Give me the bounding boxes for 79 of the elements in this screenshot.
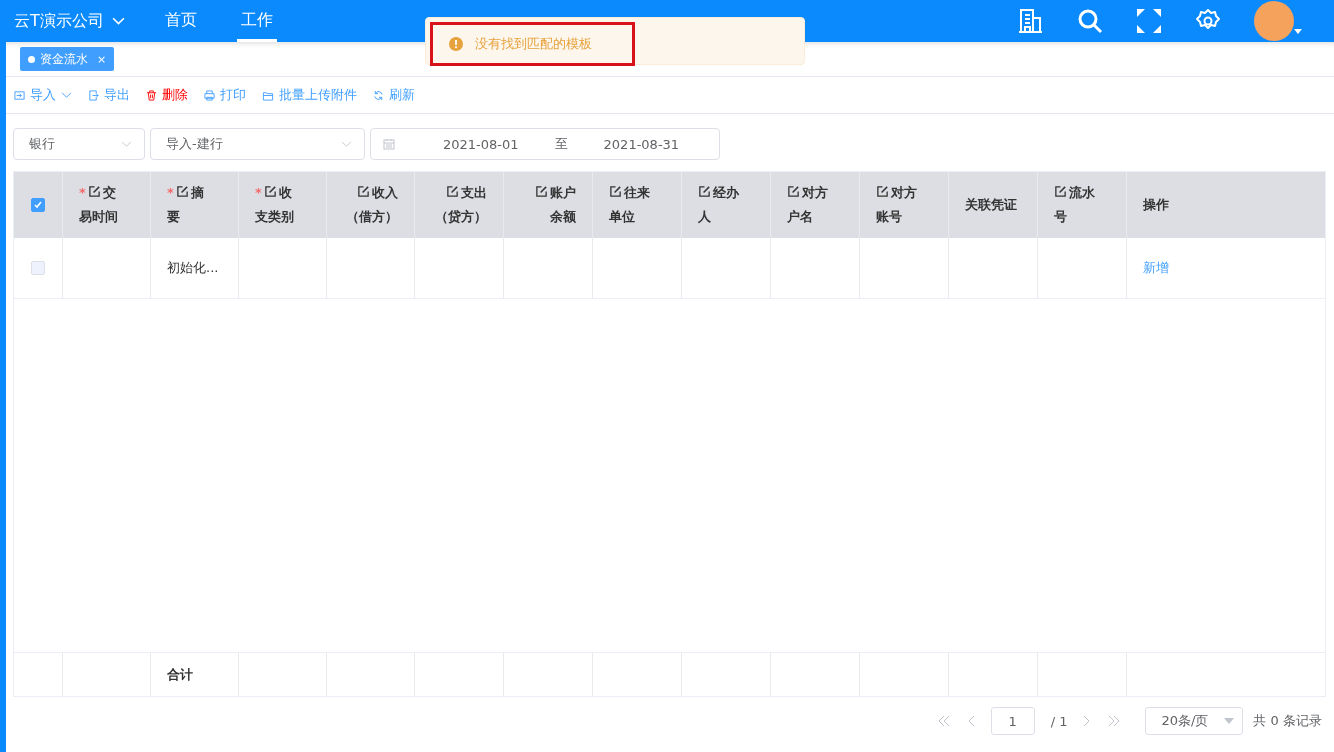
dot-icon	[28, 55, 35, 63]
required-asterisk: *	[167, 185, 174, 200]
warning-icon	[449, 37, 463, 51]
printer-icon	[204, 89, 215, 101]
required-asterisk: *	[79, 185, 86, 200]
avatar[interactable]	[1254, 1, 1294, 41]
fullscreen-icon[interactable]	[1136, 8, 1162, 34]
select-value: 导入-建行	[166, 135, 223, 153]
close-icon[interactable]: ×	[97, 52, 107, 66]
edit-icon	[357, 185, 370, 198]
edit-icon	[1054, 185, 1067, 198]
total-pages: / 1	[1050, 713, 1068, 729]
toolbar-button[interactable]: 导入	[14, 86, 72, 104]
chevron-down-icon	[341, 140, 352, 148]
end-date: 2021-08-31	[603, 136, 680, 152]
trash-icon	[146, 89, 157, 101]
search-icon[interactable]	[1077, 8, 1103, 34]
page-input[interactable]: 1	[990, 707, 1035, 735]
tab-label: 资金流水	[40, 50, 88, 68]
column-header: * 摘要	[167, 184, 205, 226]
previous-page-icon[interactable]	[966, 715, 975, 727]
next-page-icon[interactable]	[1083, 715, 1092, 727]
edit-icon	[87, 185, 101, 198]
first-page-icon[interactable]	[936, 715, 951, 727]
account-type-select[interactable]: 银行	[13, 128, 145, 160]
chevron-down-icon	[121, 140, 132, 148]
column-header: 对方账号	[876, 184, 918, 226]
column-header: 经办人	[698, 184, 740, 226]
row-checkbox[interactable]	[31, 261, 45, 275]
caret-down-icon	[1224, 718, 1235, 724]
toolbar-button[interactable]: 刷新	[373, 86, 415, 104]
column-header: 账户余额	[530, 181, 576, 229]
edit-icon	[263, 185, 277, 198]
column-header: 收入（借方）	[346, 184, 398, 226]
company-switcher[interactable]: 云T演示公司	[14, 10, 125, 32]
date-range-picker[interactable]: 2021-08-01 至 2021-08-31	[370, 128, 720, 160]
toast-text: 没有找到匹配的模板	[475, 35, 592, 53]
export-icon	[88, 89, 99, 101]
column-header: 支出（贷方）	[435, 184, 487, 226]
column-header: 流水号	[1054, 184, 1096, 226]
edit-icon	[787, 185, 800, 198]
refresh-icon	[373, 89, 384, 101]
template-select[interactable]: 导入-建行	[150, 128, 365, 160]
edit-icon	[535, 185, 548, 198]
toolbar-button[interactable]: 删除	[146, 86, 188, 104]
total-label: 合计	[167, 665, 193, 684]
folder-icon	[262, 89, 274, 101]
column-header: * 交易时间	[79, 184, 119, 226]
nav-tab[interactable]: 首页	[160, 0, 201, 42]
edit-icon	[698, 185, 711, 198]
column-header: 往来单位	[609, 184, 651, 226]
add-link[interactable]: 新增	[1143, 259, 1169, 277]
record-count: 共 0 条记录	[1253, 712, 1322, 730]
last-page-icon[interactable]	[1107, 715, 1122, 727]
toolbar-button[interactable]: 打印	[204, 86, 246, 104]
column-header: * 收支类别	[255, 184, 295, 226]
edit-icon	[446, 185, 459, 198]
column-header: 关联凭证	[965, 196, 1018, 214]
edit-icon	[175, 185, 189, 198]
page-tab[interactable]: 资金流水 ×	[20, 47, 115, 71]
start-date: 2021-08-01	[443, 136, 519, 152]
toolbar-button[interactable]: 批量上传附件	[262, 86, 357, 104]
edit-icon	[609, 185, 622, 198]
chevron-down-icon	[111, 16, 125, 26]
column-header: 对方户名	[787, 184, 829, 226]
import-icon	[14, 89, 25, 101]
calendar-icon	[383, 138, 395, 150]
column-header: 操作	[1143, 196, 1170, 214]
select-all-checkbox[interactable]	[31, 198, 45, 212]
table-cell: 初始化...	[167, 259, 219, 277]
nav-tab[interactable]: 工作	[236, 0, 277, 42]
select-value: 银行	[29, 135, 55, 153]
page-size-select[interactable]: 20条/页	[1145, 707, 1244, 735]
edit-icon	[876, 185, 889, 198]
caret-down-icon[interactable]	[1294, 28, 1302, 34]
building-icon[interactable]	[1018, 8, 1044, 34]
range-separator: 至	[554, 135, 568, 153]
toolbar-button[interactable]: 导出	[88, 86, 130, 104]
required-asterisk: *	[255, 185, 262, 200]
